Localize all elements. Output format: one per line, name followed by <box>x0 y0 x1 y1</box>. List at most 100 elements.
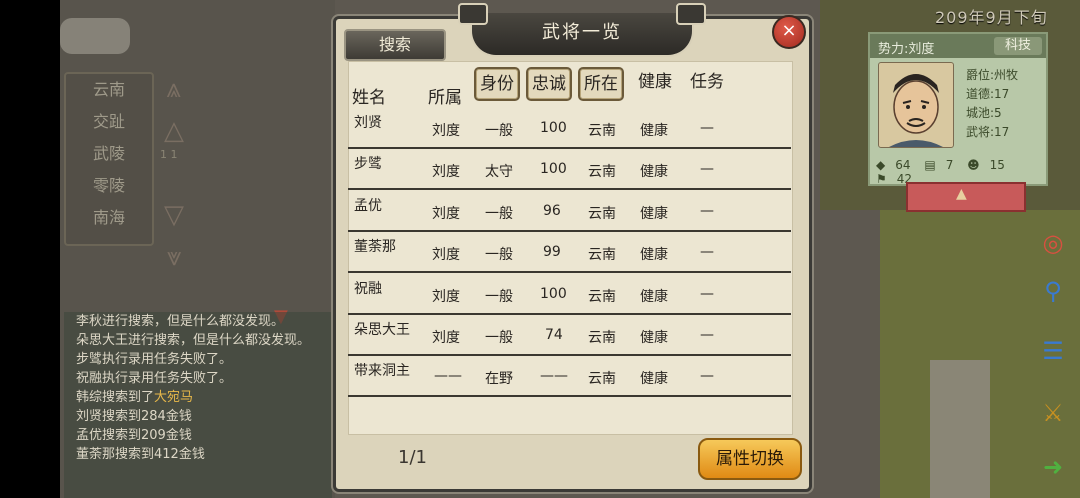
double-up-arrow-icon[interactable]: ⩓ <box>152 68 196 110</box>
general-loyalty: 74 <box>545 327 563 343</box>
scroll-icon: ▤ <box>924 158 936 172</box>
faction-stats: 爵位:州牧 道德:17 城池:5 武将:17 <box>966 66 1018 142</box>
next-arrow-icon[interactable]: ➜ <box>1030 446 1076 488</box>
general-health: 健康 <box>640 330 668 346</box>
gold-value: 64 <box>895 158 911 172</box>
general-faction: 刘度 <box>432 330 460 346</box>
info-panel-toggle[interactable]: ▲ <box>906 182 1026 212</box>
general-faction: —— <box>434 368 462 384</box>
general-status: 太守 <box>485 164 513 180</box>
log-line: 步骘执行录用任务失败了。 <box>76 352 233 367</box>
general-location: 云南 <box>588 206 616 222</box>
generals-stat: 武将:17 <box>966 125 1010 139</box>
log-line: 朵思大王进行搜索，但是什么都没发现。 <box>76 333 311 348</box>
tech-button[interactable]: 科技 <box>994 37 1042 55</box>
faction-label: 势力:刘度 <box>878 42 935 57</box>
general-health: 健康 <box>640 123 668 139</box>
general-row[interactable]: 孟优 刘度 一般 96 云南 健康 — <box>348 189 791 232</box>
general-faction: 刘度 <box>432 206 460 222</box>
general-faction: 刘度 <box>432 247 460 263</box>
general-loyalty: —— <box>540 368 568 384</box>
dialog-title-plate: 武将一览 <box>458 3 706 57</box>
general-status: 在野 <box>485 371 513 387</box>
general-row[interactable]: 带来洞主 —— 在野 —— 云南 健康 — <box>348 354 791 397</box>
general-health: 健康 <box>640 164 668 180</box>
faction-info-panel: 势力:刘度 科技 爵位:州牧 道德:17 城池:5 武将:17 ◆ 64 ▤ 7 ☻… <box>868 32 1048 186</box>
general-row[interactable]: 董荼那 刘度 一般 99 云南 健康 — <box>348 230 791 273</box>
close-icon[interactable]: × <box>772 15 806 49</box>
region-item[interactable]: 云南 <box>66 74 152 106</box>
magnifier-icon[interactable]: ⚲ <box>1030 270 1076 312</box>
region-pager: 1 1 <box>160 148 178 161</box>
general-loyalty: 100 <box>540 120 567 136</box>
region-list: 云南 交趾 武陵 零陵 南海 <box>64 72 154 246</box>
general-status: 一般 <box>485 206 513 222</box>
cities-stat: 城池:5 <box>966 106 1002 120</box>
general-health: 健康 <box>640 289 668 305</box>
log-line: 董荼那搜索到412金钱 <box>76 447 205 462</box>
dialog-title: 武将一览 <box>542 22 622 43</box>
general-health: 健康 <box>640 206 668 222</box>
general-loyalty: 96 <box>543 203 561 219</box>
column-header-task[interactable]: 任务 <box>690 67 724 97</box>
general-status: 一般 <box>485 330 513 346</box>
general-location: 云南 <box>588 247 616 263</box>
general-name: 朵思大王 <box>354 322 410 338</box>
general-task: — <box>700 286 714 302</box>
general-name: 刘贤 <box>354 115 382 131</box>
general-location: 云南 <box>588 330 616 346</box>
general-health: 健康 <box>640 371 668 387</box>
gold-icon: ◆ <box>876 158 886 172</box>
log-highlight: 大宛马 <box>154 390 194 405</box>
general-task: — <box>700 120 714 136</box>
target-icon[interactable]: ◎ <box>1030 222 1076 264</box>
general-row[interactable]: 祝融 刘度 一般 100 云南 健康 — <box>348 272 791 315</box>
scroll-value: 7 <box>945 158 954 172</box>
ruler-portrait[interactable] <box>878 62 954 148</box>
general-name: 孟优 <box>354 198 382 214</box>
general-health: 健康 <box>640 247 668 263</box>
region-scroll-arrows: ⩓ △ ▽ ⩔ <box>152 68 196 278</box>
general-name: 董荼那 <box>354 239 396 255</box>
general-task: — <box>700 203 714 219</box>
general-name: 祝融 <box>354 281 382 297</box>
region-item[interactable]: 南海 <box>66 202 152 234</box>
person-value: 15 <box>989 158 1005 172</box>
region-item[interactable]: 零陵 <box>66 170 152 202</box>
log-line: 孟优搜索到209金钱 <box>76 428 192 443</box>
general-task: — <box>700 327 714 343</box>
general-loyalty: 100 <box>540 161 567 177</box>
virtue-stat: 道德:17 <box>966 87 1010 101</box>
general-row[interactable]: 朵思大王 刘度 一般 74 云南 健康 — <box>348 313 791 356</box>
column-header-status[interactable]: 身份 <box>474 67 520 101</box>
general-task: — <box>700 244 714 260</box>
column-header-health[interactable]: 健康 <box>638 67 672 97</box>
attribute-switch-button[interactable]: 属性切换 <box>698 438 802 480</box>
column-header-loyalty[interactable]: 忠诚 <box>526 67 572 101</box>
map-tile <box>930 360 990 498</box>
general-name: 步骘 <box>354 156 382 172</box>
search-button[interactable]: 搜索 <box>344 29 446 61</box>
general-faction: 刘度 <box>432 164 460 180</box>
menu-icon[interactable]: ☰ <box>1030 330 1076 372</box>
general-loyalty: 100 <box>540 286 567 302</box>
collapse-up-icon: ▲ <box>956 186 967 202</box>
up-arrow-icon[interactable]: △ <box>152 110 196 152</box>
cloud <box>60 18 130 54</box>
region-item[interactable]: 武陵 <box>66 138 152 170</box>
column-header-location[interactable]: 所在 <box>578 67 624 101</box>
sword-icon[interactable]: ⚔ <box>1030 392 1076 434</box>
double-down-arrow-icon[interactable]: ⩔ <box>152 236 196 278</box>
general-status: 一般 <box>485 289 513 305</box>
log-line: 祝融执行录用任务失败了。 <box>76 371 233 386</box>
flag-icon: ⚑ <box>876 172 887 186</box>
down-arrow-icon[interactable]: ▽ <box>152 194 196 236</box>
general-row[interactable]: 步骘 刘度 太守 100 云南 健康 — <box>348 147 791 190</box>
general-location: 云南 <box>588 289 616 305</box>
general-name: 带来洞主 <box>354 363 410 379</box>
general-status: 一般 <box>485 247 513 263</box>
general-row[interactable]: 刘贤 刘度 一般 100 云南 健康 — <box>348 106 791 149</box>
game-date: 209年9月下旬 <box>935 8 1048 27</box>
general-faction: 刘度 <box>432 123 460 139</box>
region-item[interactable]: 交趾 <box>66 106 152 138</box>
